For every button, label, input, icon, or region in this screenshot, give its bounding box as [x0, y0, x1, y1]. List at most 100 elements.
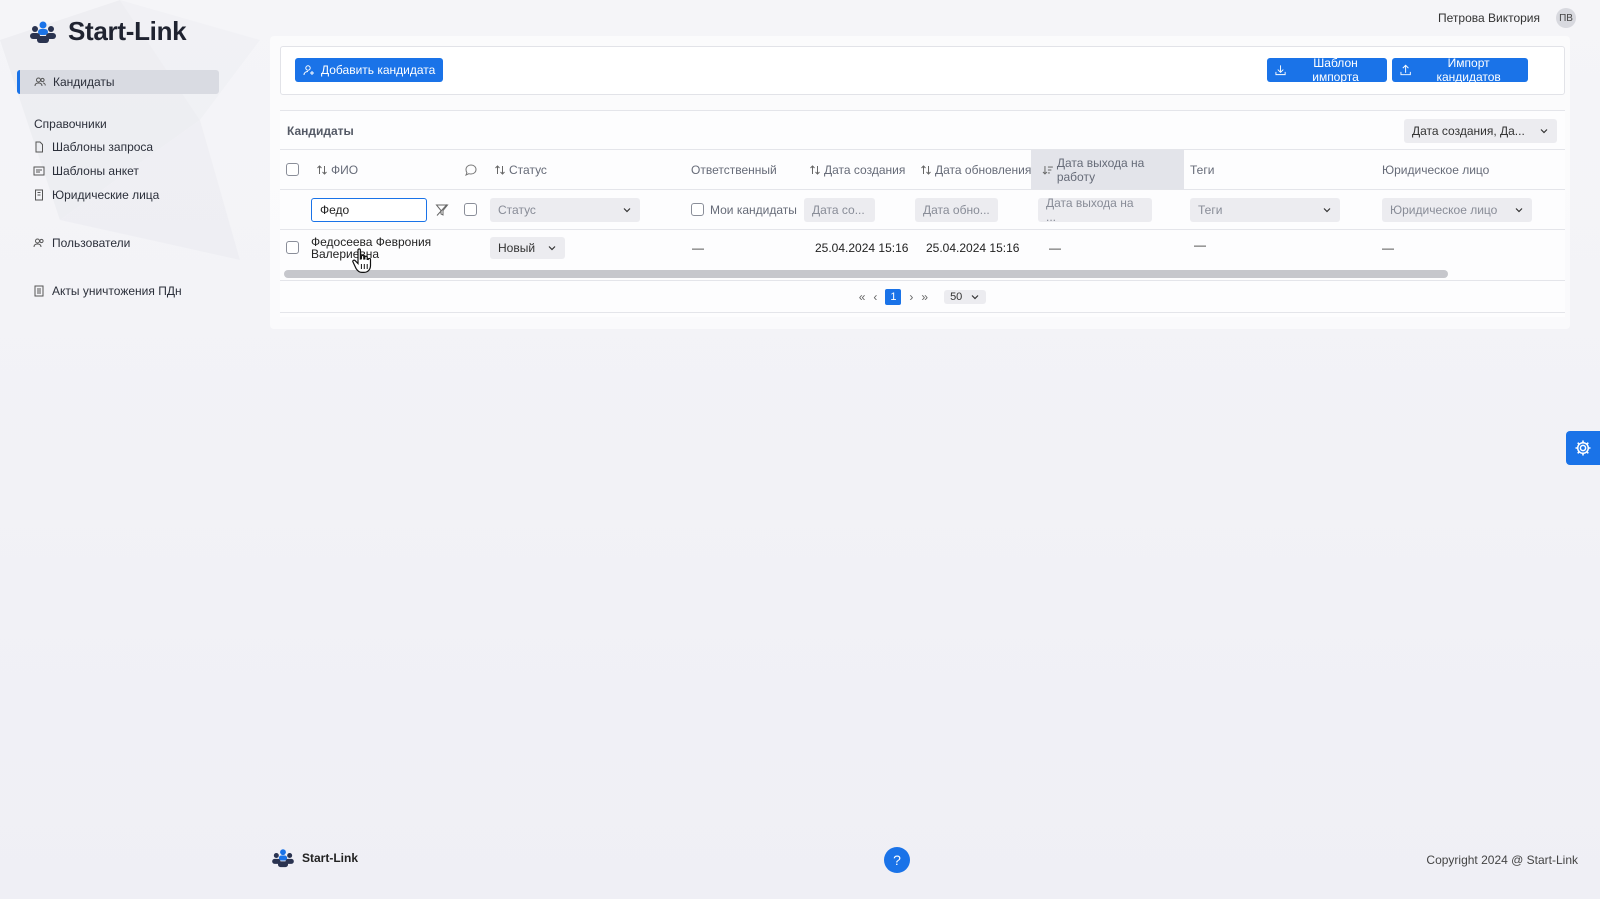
- footer-logo[interactable]: Start-Link: [270, 848, 358, 868]
- status-cell: Новый: [490, 230, 566, 265]
- copyright: Copyright 2024 @ Start-Link: [1426, 853, 1578, 867]
- start-date-filter-input[interactable]: Дата выхода на ...: [1038, 196, 1152, 224]
- team-logo-icon: [272, 849, 294, 868]
- created-filter-input[interactable]: Дата со...: [804, 197, 875, 222]
- first-page-button[interactable]: «: [859, 290, 866, 304]
- sidebar-item-candidates[interactable]: Кандидаты: [17, 70, 219, 94]
- page-size-select[interactable]: 50: [944, 290, 987, 304]
- status-filter-cell: Статус: [490, 190, 640, 229]
- import-candidates-button[interactable]: Импорт кандидатов: [1392, 56, 1528, 84]
- created-filter-cell: Дата со...: [804, 190, 875, 229]
- chevron-down-icon: [1515, 207, 1523, 212]
- sidebar-item-legal-entities[interactable]: Юридические лица: [17, 183, 219, 207]
- import-template-label: Шаблон импорта: [1312, 56, 1359, 84]
- column-label: Теги: [1190, 162, 1215, 177]
- comments-column[interactable]: [464, 150, 478, 189]
- table-header-row: ФИО Статус Ответственный Дата создания Д…: [280, 149, 1565, 189]
- sort-select[interactable]: Дата создания, Да...: [1404, 119, 1557, 143]
- main-panel: Добавить кандидата Шаблон импорта Импорт…: [270, 36, 1570, 329]
- hand-cursor-icon: [352, 248, 372, 273]
- import-candidates-label: Импорт кандидатов: [1436, 56, 1501, 84]
- column-fio[interactable]: ФИО: [316, 150, 358, 189]
- sidebar-item-request-templates[interactable]: Шаблоны запроса: [17, 135, 219, 159]
- sidebar-item-label: Акты уничтожения ПДн: [52, 284, 182, 298]
- sort-icon: [921, 164, 931, 175]
- table-title: Кандидаты: [287, 124, 354, 138]
- status-filter-select[interactable]: Статус: [490, 197, 640, 222]
- column-status[interactable]: Статус: [494, 150, 547, 189]
- sidebar-item-pd-destruction-acts[interactable]: Акты уничтожения ПДн: [17, 279, 219, 303]
- upload-icon: [1400, 64, 1411, 76]
- chevron-down-icon: [1323, 207, 1331, 212]
- table-row[interactable]: Федосеева Феврония Валериевна Новый — 25…: [280, 229, 1565, 265]
- column-tags[interactable]: Теги: [1190, 150, 1214, 189]
- candidate-name-line1: Федосеева Феврония: [311, 234, 432, 249]
- column-created[interactable]: Дата создания: [809, 150, 905, 189]
- chevron-down-icon: [971, 295, 979, 300]
- import-template-button[interactable]: Шаблон импорта: [1267, 56, 1387, 84]
- updated-filter-input[interactable]: Дата обно...: [915, 197, 998, 222]
- form-icon: [33, 165, 45, 177]
- gear-icon: [1575, 440, 1591, 456]
- prev-page-button[interactable]: ‹: [873, 290, 877, 304]
- status-filter-placeholder: Статус: [498, 202, 536, 217]
- select-all-checkbox[interactable]: [286, 163, 299, 176]
- divider: [280, 312, 1565, 313]
- add-candidate-button[interactable]: Добавить кандидата: [295, 58, 444, 82]
- last-page-button[interactable]: »: [921, 290, 928, 304]
- created-cell: 25.04.2024 15:16: [815, 240, 909, 255]
- legal-entity-filter-select[interactable]: Юридическое лицо: [1382, 197, 1532, 222]
- candidates-table: Кандидаты Дата создания, Да... ФИО Стату…: [280, 110, 1565, 317]
- tags-filter-cell: Теги: [1190, 190, 1340, 229]
- sidebar-item-label: Кандидаты: [53, 75, 115, 89]
- add-user-icon: [303, 65, 314, 76]
- sidebar-item-users[interactable]: Пользователи: [17, 231, 219, 255]
- app-logo[interactable]: Start-Link: [28, 16, 187, 47]
- start-filter-cell: Дата выхода на ...: [1038, 190, 1152, 229]
- column-responsible[interactable]: Ответственный: [691, 150, 777, 189]
- add-candidate-label: Добавить кандидата: [321, 63, 436, 77]
- start-date-cell: —: [1049, 240, 1061, 255]
- pagination: « ‹ 1 › » 50: [280, 285, 1565, 309]
- sort-icon: [810, 164, 820, 175]
- column-label: Статус: [509, 162, 547, 177]
- my-candidates-checkbox[interactable]: [691, 203, 704, 216]
- settings-button[interactable]: [1566, 431, 1600, 465]
- filter-clear-cell: [435, 190, 449, 229]
- horizontal-scrollbar[interactable]: [284, 270, 1448, 278]
- comments-filter-checkbox[interactable]: [464, 203, 477, 216]
- column-label: Юридическое лицо: [1382, 162, 1490, 177]
- legal-entity-filter-placeholder: Юридическое лицо: [1390, 202, 1498, 217]
- column-legal-entity[interactable]: Юридическое лицо: [1382, 150, 1489, 189]
- my-candidates-filter[interactable]: Мои кандидаты: [691, 190, 797, 229]
- help-button[interactable]: ?: [884, 847, 910, 873]
- column-updated[interactable]: Дата обновления: [920, 150, 1031, 189]
- tags-filter-placeholder: Теги: [1198, 202, 1223, 217]
- sort-icon: [495, 164, 505, 175]
- column-start-date[interactable]: Дата выхода на работу: [1031, 150, 1184, 189]
- list-icon: [33, 285, 45, 297]
- column-label: Ответственный: [691, 162, 777, 177]
- sidebar-item-label: Шаблоны запроса: [52, 140, 154, 154]
- filter-clear-icon[interactable]: [435, 203, 449, 217]
- status-value: Новый: [498, 240, 536, 255]
- page-size-value: 50: [950, 291, 963, 303]
- fio-filter-input[interactable]: Федо: [311, 197, 427, 222]
- sidebar-item-survey-templates[interactable]: Шаблоны анкет: [17, 159, 219, 183]
- page-number-current[interactable]: 1: [885, 289, 902, 305]
- fio-filter-cell: Федо: [311, 190, 427, 229]
- avatar[interactable]: ПВ: [1556, 8, 1576, 28]
- team-logo-icon: [30, 21, 56, 43]
- status-select[interactable]: Новый: [490, 236, 566, 259]
- row-checkbox[interactable]: [286, 241, 299, 254]
- user-menu[interactable]: Петрова Виктория ПВ: [1438, 8, 1576, 28]
- select-all-cell: [286, 150, 299, 189]
- sort-icon: [317, 164, 327, 175]
- legal-entity-cell: —: [1382, 240, 1394, 255]
- column-label: Дата создания: [824, 162, 906, 177]
- tags-filter-select[interactable]: Теги: [1190, 197, 1340, 222]
- legal-filter-cell: Юридическое лицо: [1382, 190, 1532, 229]
- next-page-button[interactable]: ›: [909, 290, 913, 304]
- table-filter-row: Федо Статус Мои кандидаты Дата со... Дат…: [280, 189, 1565, 229]
- sidebar-item-label: Пользователи: [52, 236, 131, 250]
